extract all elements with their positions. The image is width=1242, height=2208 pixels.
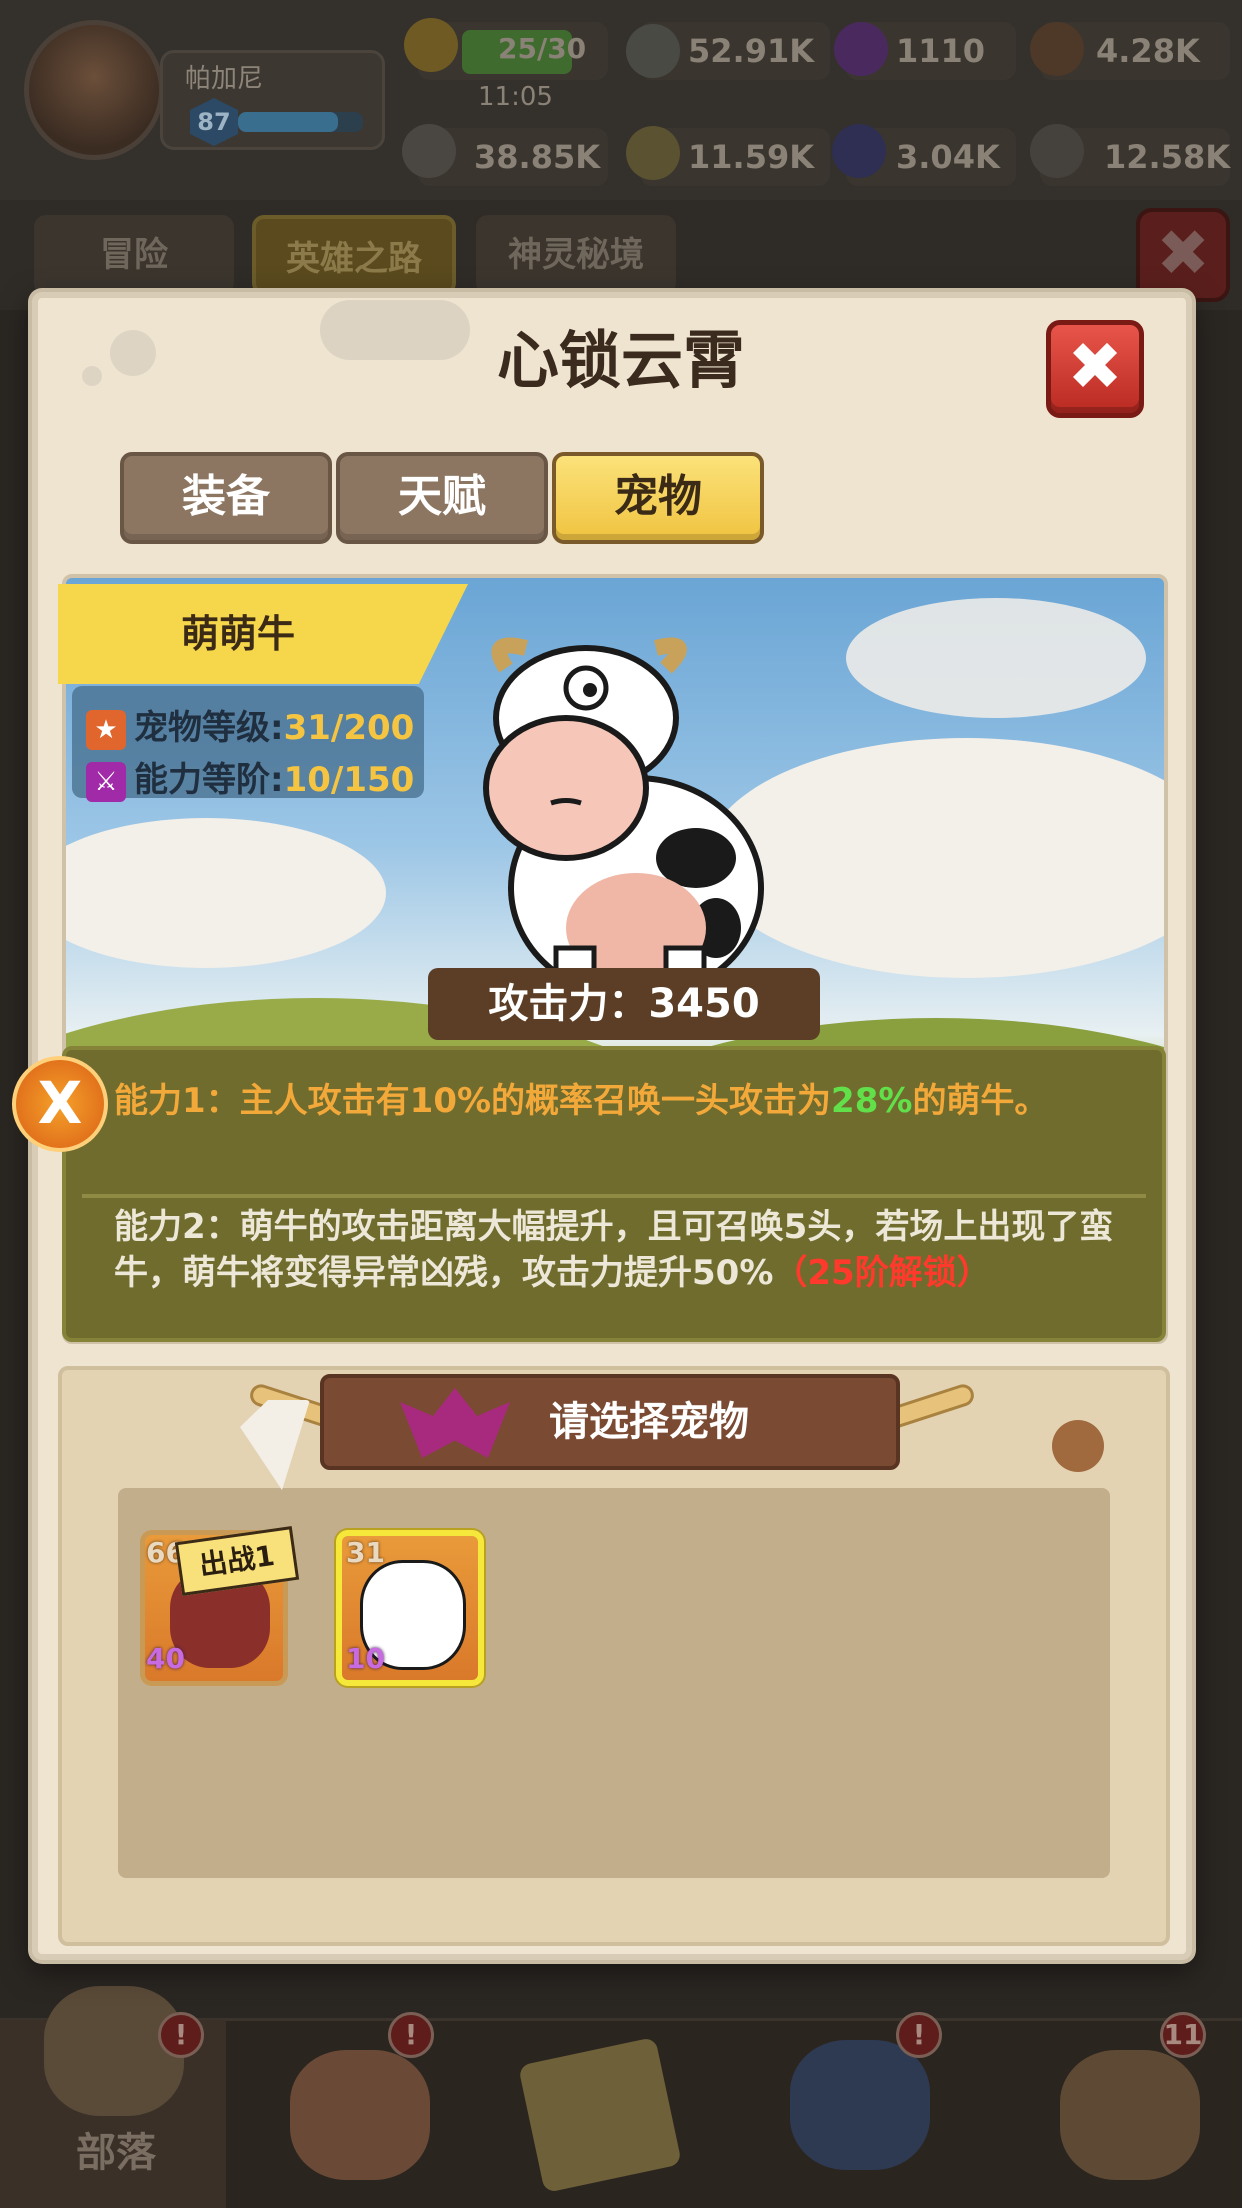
tab-hero-road[interactable]: 英雄之路 bbox=[252, 215, 456, 295]
hero-icon bbox=[290, 2050, 430, 2180]
tab-divine-realm[interactable]: 神灵秘境 bbox=[476, 215, 676, 295]
background-close-icon: ✖ bbox=[1136, 208, 1230, 302]
tribe-icon bbox=[44, 1986, 184, 2116]
coin-icon bbox=[626, 126, 680, 180]
iron-value: 12.58K bbox=[1104, 138, 1231, 176]
ability-1-text: 能力1：主人攻击有10%的概率召唤一头攻击为28%的萌牛。 bbox=[114, 1081, 1049, 1121]
nav-shop-count-badge: 11 bbox=[1160, 2012, 1206, 2058]
pet-level-row: ★ 宠物等级:31/200 bbox=[86, 700, 414, 750]
cloud bbox=[66, 818, 386, 968]
coin-value: 11.59K bbox=[688, 138, 815, 176]
peg-icon bbox=[1052, 1420, 1104, 1472]
nav-pet-alert-badge: ! bbox=[896, 2012, 942, 2058]
stamina-icon bbox=[404, 18, 458, 72]
crystal-icon bbox=[832, 124, 886, 178]
tab-equipment[interactable]: 装备 bbox=[120, 452, 332, 544]
wood-icon bbox=[1030, 22, 1084, 76]
pet-card-rank: 40 bbox=[146, 1642, 185, 1675]
nav-hero-alert-badge: ! bbox=[388, 2012, 434, 2058]
star-icon: ★ bbox=[86, 709, 126, 750]
tab-talent[interactable]: 天赋 bbox=[336, 452, 548, 544]
ability-divider bbox=[82, 1194, 1146, 1198]
gem-value: 52.91K bbox=[688, 32, 815, 70]
pet-card-rank: 10 bbox=[346, 1642, 385, 1675]
pet-rank-value: 10/150 bbox=[283, 760, 415, 800]
pet-rank-row: ⚔ 能力等阶:10/150 bbox=[86, 752, 414, 802]
orb-value: 1110 bbox=[896, 32, 986, 70]
wood-value: 4.28K bbox=[1096, 32, 1200, 70]
exp-bar-fill bbox=[238, 112, 338, 132]
bone-icon bbox=[402, 124, 456, 178]
cloud bbox=[846, 598, 1146, 718]
anvil-icon bbox=[1030, 124, 1084, 178]
player-avatar[interactable] bbox=[24, 20, 164, 160]
ability-1-highlight: 28% bbox=[831, 1081, 913, 1121]
pet-level-label: 宠物等级: bbox=[134, 708, 284, 748]
tab-adventure[interactable]: 冒险 bbox=[34, 215, 234, 295]
ability-x-badge-icon[interactable]: X bbox=[12, 1056, 108, 1152]
stamina-timer: 11:05 bbox=[478, 82, 553, 112]
pet-rank-label: 能力等阶: bbox=[134, 760, 284, 800]
pet-card-level: 31 bbox=[346, 1536, 385, 1569]
pet-attack: 攻击力：3450 bbox=[428, 968, 820, 1040]
ability-2-text: 能力2：萌牛的攻击距离大幅提升，且可召唤5头，若场上出现了蛮牛，萌牛将变得异常凶… bbox=[114, 1207, 1114, 1293]
purple-orb-icon bbox=[834, 22, 888, 76]
pet-name-banner: 萌萌牛 bbox=[58, 584, 468, 684]
nav-tribe-label: 部落 bbox=[76, 2130, 156, 2176]
nav-tribe-alert-badge: ! bbox=[158, 2012, 204, 2058]
wolf-pet-icon bbox=[790, 2040, 930, 2170]
bone-value: 38.85K bbox=[474, 138, 601, 176]
tab-pet[interactable]: 宠物 bbox=[552, 452, 764, 544]
select-pet-banner: 请选择宠物 bbox=[320, 1374, 900, 1470]
stamina-value: 25/30 bbox=[498, 32, 587, 65]
gem-icon bbox=[626, 24, 680, 78]
player-name: 帕加尼 bbox=[185, 64, 264, 94]
close-button[interactable]: ✖ bbox=[1046, 320, 1144, 418]
rank-icon: ⚔ bbox=[86, 761, 126, 802]
pet-level-value: 31/200 bbox=[283, 708, 415, 748]
crystal-value: 3.04K bbox=[896, 138, 1000, 176]
loot-bag-icon bbox=[1060, 2050, 1200, 2180]
ability-2-unlock-requirement: （25阶解锁） bbox=[773, 1253, 991, 1293]
